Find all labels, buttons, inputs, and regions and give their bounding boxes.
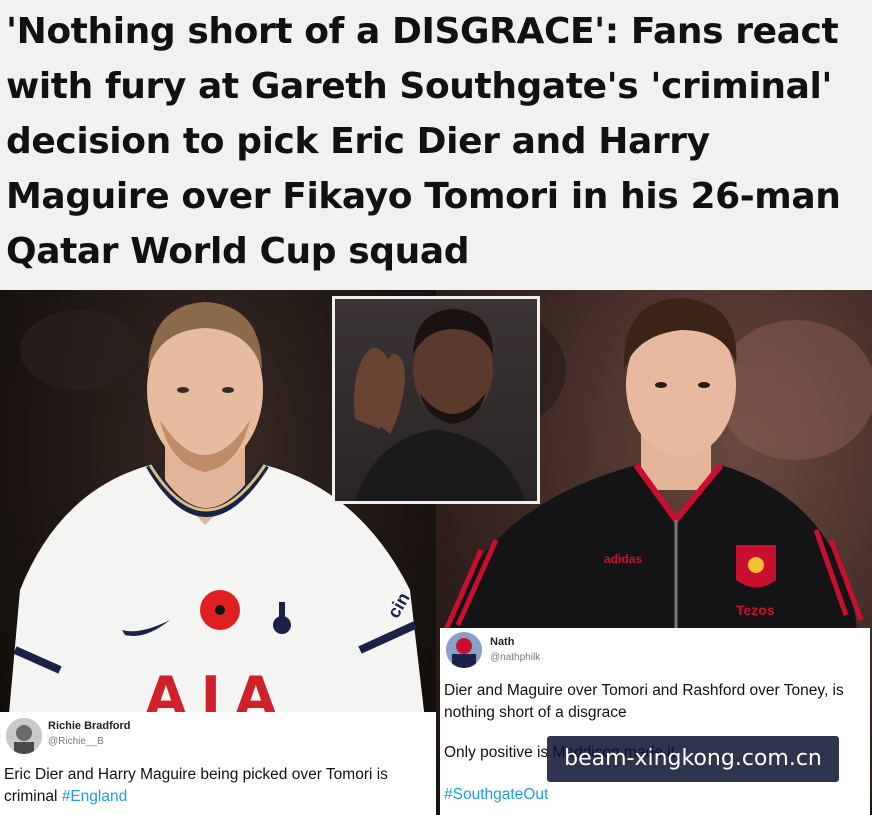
tweet-author-handle[interactable]: @nathphilk — [490, 652, 540, 663]
hashtag-link[interactable]: #England — [62, 788, 128, 805]
photo-fikayo-tomori — [332, 296, 540, 504]
tweet-author-name[interactable]: Richie Bradford — [48, 720, 131, 732]
headline-banner: 'Nothing short of a DISGRACE': Fans reac… — [0, 0, 872, 290]
tweet-author-handle[interactable]: @Richie__B — [48, 736, 104, 747]
fikayo-tomori-illustration — [354, 309, 525, 501]
tweet-text: Dier and Maguire over Tomori and Rashfor… — [444, 682, 844, 721]
avatar[interactable] — [446, 632, 482, 668]
adidas-logo: adidas — [604, 552, 643, 566]
man-utd-crest-icon — [736, 545, 776, 588]
headline-title: 'Nothing short of a DISGRACE': Fans reac… — [6, 11, 841, 272]
avatar[interactable] — [6, 718, 42, 754]
tweet-author-name[interactable]: Nath — [490, 636, 514, 648]
tezos-logo: Tezos — [736, 602, 775, 618]
tweet-body: Eric Dier and Harry Maguire being picked… — [4, 764, 432, 808]
poppy-icon — [200, 590, 240, 630]
tweet-card-richie-bradford[interactable]: Richie Bradford @Richie__B Eric Dier and… — [0, 712, 436, 815]
hashtag-link[interactable]: #SouthgateOut — [444, 784, 548, 806]
tweet-card-nath[interactable]: Nath @nathphilk Dier and Maguire over To… — [440, 628, 870, 815]
watermark-label: beam-xingkong.com.cn — [547, 736, 839, 782]
